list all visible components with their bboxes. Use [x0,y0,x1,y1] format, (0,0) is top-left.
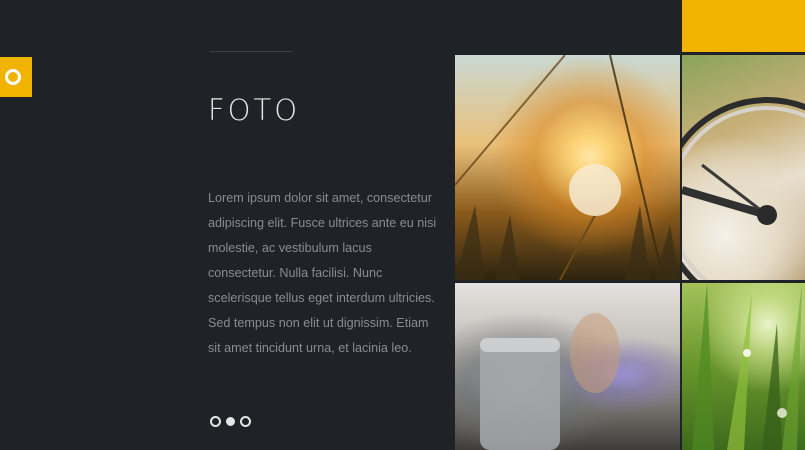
pager-dots [210,416,251,427]
wheel-illustration [682,97,805,280]
slide-title: FOTO [208,93,301,127]
photo-blurred-cup[interactable] [455,283,680,450]
slide-description: Lorem ipsum dolor sit amet, consectetur … [208,191,437,355]
photo-dandelion[interactable] [455,55,680,280]
divider [210,51,292,52]
ring-icon [5,69,21,85]
accent-block [682,0,805,52]
grass-illustration [692,283,802,450]
pager-dot-3[interactable] [240,416,251,427]
slide: FOTO Lorem ipsum dolor sit amet, consect… [0,0,805,450]
side-tab[interactable] [0,57,32,97]
pager-dot-2[interactable] [226,417,235,426]
pager-dot-1[interactable] [210,416,221,427]
photo-bicycle-wheel[interactable] [682,55,805,280]
cup-illustration [480,313,620,450]
photo-grass[interactable] [682,283,805,450]
dandelion-illustration [455,55,680,280]
